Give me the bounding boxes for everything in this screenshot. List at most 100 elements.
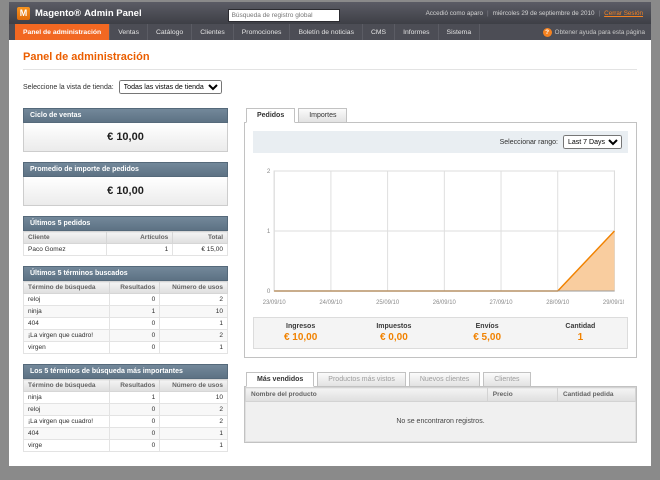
tab-importes[interactable]: Importes <box>298 108 348 123</box>
total-quantity: Cantidad 1 <box>534 323 627 343</box>
table-cell: 0 <box>109 415 161 428</box>
header-separator: | <box>486 9 489 17</box>
column-header: Término de búsqueda <box>22 379 111 392</box>
last-orders-box: Últimos 5 pedidos Cliente Artículos Tota… <box>22 216 228 256</box>
table-row[interactable]: ninja 1 10 <box>22 305 228 318</box>
store-view-select[interactable]: Todas las vistas de tienda <box>118 80 222 94</box>
tab-clientes[interactable]: Clientes <box>483 372 531 387</box>
svg-text:26/09/10: 26/09/10 <box>433 300 457 306</box>
table-cell: 0 <box>109 403 161 416</box>
table-cell: 1 <box>159 317 228 330</box>
table-cell: ¡La virgen que cuadro! <box>22 415 111 428</box>
table-cell: ninja <box>22 305 111 318</box>
total-revenue: Ingresos € 10,00 <box>254 323 347 343</box>
table-cell: virgen <box>22 341 111 354</box>
column-header: Precio <box>486 387 558 402</box>
logout-link[interactable]: Cerrar Sesión <box>604 10 643 17</box>
empty-row: No se encontraron registros. <box>245 401 636 442</box>
top-header: M Magento®Admin Panel Accedió como aparo… <box>9 2 651 24</box>
table-row[interactable]: reloj 0 2 <box>22 403 228 416</box>
box-title: Últimos 5 pedidos <box>23 216 228 231</box>
nav-item-panel-de-administraci-n[interactable]: Panel de administración <box>15 24 111 40</box>
orders-tabs: Pedidos Importes <box>244 108 637 123</box>
nav-items: Panel de administración Ventas Catálogo Cli… <box>15 24 481 40</box>
table-cell: 1 <box>106 243 174 256</box>
tab-m-s-vendidos[interactable]: Más vendidos <box>246 372 315 387</box>
column-header: Cliente <box>22 231 108 244</box>
dashboard-totals: Ingresos € 10,00 Impuestos € 0,00 Envíos… <box>253 317 628 349</box>
tab-productos-m-s-vistos[interactable]: Productos más vistos <box>317 372 406 387</box>
logged-in-as: Accedió como aparo <box>425 9 483 17</box>
help-label: Obtener ayuda para esta página <box>554 28 645 36</box>
table-cell: 1 <box>159 341 228 354</box>
svg-text:28/09/10: 28/09/10 <box>546 300 570 306</box>
nav-item-promociones[interactable]: Promociones <box>234 24 291 40</box>
content-area: Panel de administración Seleccione la vi… <box>9 40 651 466</box>
table-cell: Paco Gomez <box>22 243 108 256</box>
svg-text:25/09/10: 25/09/10 <box>376 300 400 306</box>
table-row[interactable]: virge 0 1 <box>22 439 228 452</box>
orders-panel: Seleccionar rango: Last 7 Days 0 1 2 23/09/… <box>244 123 637 358</box>
average-order-box: Promedio de importe de pedidos € 10,00 <box>23 162 228 206</box>
page-title: Panel de administración <box>23 51 150 63</box>
column-header: Total <box>172 231 228 244</box>
nav-item-cat-logo[interactable]: Catálogo <box>148 24 193 40</box>
table-cell: virge <box>22 439 111 452</box>
table-row[interactable]: ninja 1 10 <box>22 391 228 404</box>
table-row[interactable]: 404 0 1 <box>22 427 228 440</box>
nav-item-cms[interactable]: CMS <box>363 24 396 40</box>
nav-item-clientes[interactable]: Clientes <box>192 24 234 40</box>
column-header: Número de usos <box>159 379 228 392</box>
dashboard-main: Pedidos Importes Seleccionar rango: Last … <box>244 108 637 443</box>
header-user-area: Accedió como aparo | miércoles 29 de sep… <box>426 10 643 17</box>
last-search-terms-table: Término de búsqueda Resultados Número de… <box>22 281 228 354</box>
nav-item-informes[interactable]: Informes <box>395 24 439 40</box>
table-cell: 1 <box>109 391 161 404</box>
nav-item-ventas[interactable]: Ventas <box>110 24 148 40</box>
header-date: miércoles 29 de septiembre de 2010 <box>492 9 595 17</box>
tab-nuevos-clientes[interactable]: Nuevos clientes <box>408 372 481 387</box>
table-row[interactable]: ¡La virgen que cuadro! 0 2 <box>22 415 228 428</box>
table-cell: reloj <box>22 403 111 416</box>
svg-text:1: 1 <box>267 228 271 235</box>
table-cell: ¡La virgen que cuadro! <box>22 329 111 342</box>
svg-text:2: 2 <box>267 168 271 175</box>
top-search-terms-box: Los 5 términos de búsqueda más important… <box>22 364 228 452</box>
nav-item-bolet-n-de-noticias[interactable]: Boletín de noticias <box>290 24 363 40</box>
table-row[interactable]: reloj 0 2 <box>22 293 228 306</box>
table-row[interactable]: virgen 0 1 <box>22 341 228 354</box>
table-cell: 0 <box>109 317 161 330</box>
table-row[interactable]: 404 0 1 <box>22 317 228 330</box>
box-title: Los 5 términos de búsqueda más important… <box>23 364 228 379</box>
app-title: Magento® Admin Panel <box>35 8 142 19</box>
table-cell: 0 <box>109 427 161 440</box>
table-cell: 1 <box>159 427 228 440</box>
range-select[interactable]: Last 7 Days <box>563 135 622 149</box>
lifetime-sales-value: € 10,00 <box>23 123 228 152</box>
brand-name: Magento® <box>35 7 82 19</box>
page-help[interactable]: ? Obtener ayuda para esta página <box>542 24 645 40</box>
total-value: 1 <box>577 332 584 343</box>
table-cell: 0 <box>109 293 161 306</box>
svg-text:23/09/10: 23/09/10 <box>263 300 287 306</box>
global-search-input[interactable] <box>227 9 340 22</box>
average-order-value: € 10,00 <box>23 177 228 206</box>
column-header: Cantidad pedida <box>556 387 637 402</box>
tab-pedidos[interactable]: Pedidos <box>246 108 296 123</box>
range-bar: Seleccionar rango: Last 7 Days <box>253 131 628 153</box>
last-orders-table: Cliente Artículos Total Paco Gomez 1 € 15,… <box>22 231 228 256</box>
svg-text:24/09/10: 24/09/10 <box>319 300 343 306</box>
total-label: Envíos <box>475 323 499 330</box>
column-header: Artículos <box>106 231 174 244</box>
svg-text:29/09/10: 29/09/10 <box>603 300 624 306</box>
help-icon: ? <box>542 27 552 37</box>
table-cell: 1 <box>109 305 161 318</box>
table-cell: € 15,00 <box>172 243 228 256</box>
column-header: Resultados <box>109 379 161 392</box>
box-title: Ciclo de ventas <box>23 108 228 123</box>
table-row[interactable]: Paco Gomez 1 € 15,00 <box>22 243 228 256</box>
nav-item-sistema[interactable]: Sistema <box>439 24 481 40</box>
column-header: Resultados <box>109 281 161 294</box>
table-row[interactable]: ¡La virgen que cuadro! 0 2 <box>22 329 228 342</box>
box-title: Promedio de importe de pedidos <box>23 162 228 177</box>
